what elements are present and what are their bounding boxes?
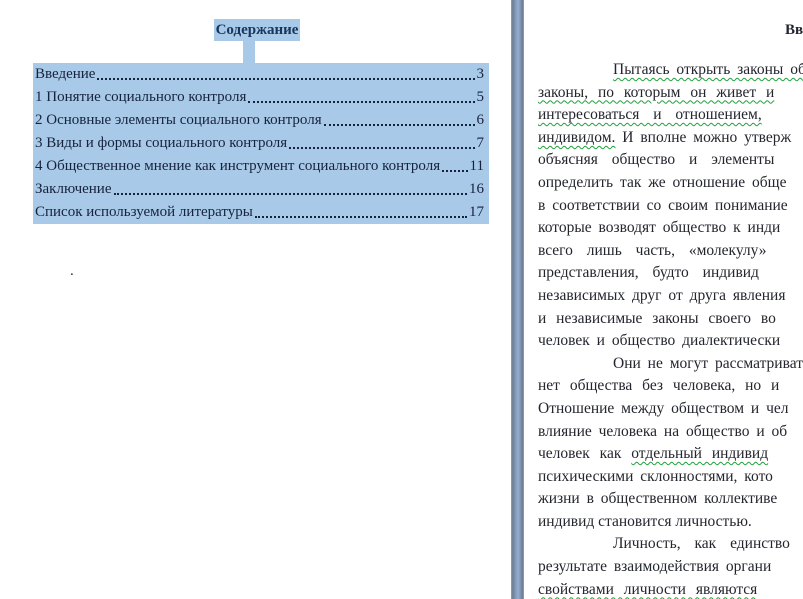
body-text-line[interactable]: индивид становится личностью. (538, 511, 803, 534)
toc-entry-page-number: 3 (477, 63, 485, 86)
body-text-line[interactable]: всего лишь часть, «молекулу» (538, 240, 803, 263)
text-segment: которые возводят общество к инди (538, 219, 780, 236)
text-segment: и независимые законы своего во (538, 310, 776, 327)
toc-entry-label: 1 Понятие социального контроля (35, 86, 246, 109)
body-text-line[interactable]: свойствами личности являются (538, 579, 803, 599)
toc-entry[interactable]: 3 Виды и формы социального контроля 7 (33, 132, 489, 155)
text-segment: влияние человека на общество и об (538, 423, 787, 440)
toc-dot-leader (289, 147, 474, 149)
toc-entry-page-number: 6 (477, 109, 485, 132)
toc-title[interactable]: Содержание (216, 22, 299, 39)
text-segment: Они не могут рассматриватьс (613, 355, 803, 372)
text-segment: объясняя общество и элементы (538, 151, 774, 168)
text-segment: И вполне можно утверж (615, 129, 791, 146)
text-segment: всего лишь часть, «молекулу» (538, 242, 767, 259)
body-text-line[interactable]: Пытаясь открыть законы общ (538, 59, 803, 82)
selected-paragraph-mark (243, 41, 255, 63)
toc-entry-label: 4 Общественное мнение как инструмент соц… (35, 155, 440, 178)
body-text-line[interactable]: Личность, как единство с (538, 533, 803, 556)
toc-dot-leader (324, 124, 475, 126)
toc-entry[interactable]: Заключение 16 (33, 178, 489, 201)
text-segment: Отношение между обществом и чел (538, 400, 789, 417)
body-text-line[interactable]: психическими склонностями, кото (538, 466, 803, 489)
body-text-line[interactable]: влияние человека на общество и об (538, 421, 803, 444)
word-processor-canvas: { "colors": { "selection_highlight": "#a… (0, 0, 803, 599)
toc-entry-label: Введение (35, 63, 95, 86)
toc-entry-label: 3 Виды и формы социального контроля (35, 132, 287, 155)
toc-dot-leader (97, 78, 474, 80)
toc-entry[interactable]: Введение 3 (33, 63, 489, 86)
page-gap-divider (511, 0, 524, 599)
text-segment: результате взаимодействия органи (538, 558, 771, 575)
body-text-line[interactable]: жизни в общественном коллективе (538, 488, 803, 511)
body-text-line[interactable]: человек и общество диалектически (538, 330, 803, 353)
text-segment: психическими склонностями, кото (538, 468, 773, 485)
text-segment: независимых друг от друга явления (538, 287, 785, 304)
spellcheck-underlined-text: отдельный индивид (631, 445, 768, 462)
toc-entry-page-number: 16 (469, 178, 484, 201)
toc-dot-leader (255, 216, 467, 218)
toc-title-selection-highlight: Содержание (214, 19, 300, 41)
text-segment: жизни в общественном коллективе (538, 490, 777, 507)
toc-entry[interactable]: 1 Понятие социального контроля 5 (33, 86, 489, 109)
body-text-line[interactable]: и независимые законы своего во (538, 308, 803, 331)
body-text-line[interactable]: в соответствии со своим понимание (538, 195, 803, 218)
body-text-line[interactable]: которые возводят общество к инди (538, 217, 803, 240)
stray-period-text[interactable]: . (70, 263, 74, 280)
spellcheck-underlined-text: индивидом. (538, 129, 615, 146)
body-text-line[interactable]: интересоваться и отношением, (538, 104, 803, 127)
toc-entry-page-number: 5 (477, 86, 485, 109)
toc-entry-page-number: 11 (470, 155, 484, 178)
text-segment: индивид становится личностью. (538, 513, 752, 530)
toc-dot-leader (114, 193, 468, 195)
text-segment: нет общества без человека, но и (538, 377, 779, 394)
toc-entry[interactable]: Список используемой литературы 17 (33, 201, 489, 224)
toc-dot-leader (442, 170, 467, 172)
text-segment: представления, будто индивид (538, 264, 759, 281)
spellcheck-underlined-text: Пытаясь открыть законы общ (613, 61, 803, 78)
section-heading-fragment[interactable]: Вв (785, 22, 803, 39)
spellcheck-underlined-text: свойствами личности являются (538, 581, 757, 598)
toc-entry-page-number: 7 (477, 132, 485, 155)
body-text-line[interactable]: Отношение между обществом и чел (538, 398, 803, 421)
body-text-line[interactable]: независимых друг от друга явления (538, 285, 803, 308)
text-segment: человек и общество диалектически (538, 332, 780, 349)
toc-dot-leader (248, 101, 474, 103)
body-text-line[interactable]: Они не могут рассматриватьс (538, 353, 803, 376)
spellcheck-underlined-text: законы, по которым он живет и (538, 84, 774, 101)
toc-entry[interactable]: 2 Основные элементы социального контроля… (33, 109, 489, 132)
body-text-line[interactable]: нет общества без человека, но и (538, 375, 803, 398)
toc-entry-label: Заключение (35, 178, 112, 201)
body-text-line[interactable]: индивидом. И вполне можно утверж (538, 127, 803, 150)
body-text-line[interactable]: определить так же отношение обще (538, 172, 803, 195)
toc-entry[interactable]: 4 Общественное мнение как инструмент соц… (33, 155, 489, 178)
text-segment: определить так же отношение обще (538, 174, 786, 191)
body-text-line[interactable]: результате взаимодействия органи (538, 556, 803, 579)
spellcheck-underlined-text: интересоваться и отношением, (538, 106, 762, 123)
body-text-column: Пытаясь открыть законы общ законы, по кот… (538, 59, 803, 599)
toc-block: Введение 3 1 Понятие социального контроля 5… (33, 63, 489, 224)
toc-entry-page-number: 17 (469, 201, 484, 224)
body-text-line[interactable]: объясняя общество и элементы (538, 149, 803, 172)
document-page-right[interactable]: Вв Пытаясь открыть законы общ законы, по … (524, 0, 803, 599)
body-text-line[interactable]: человек как отдельный индивид (538, 443, 803, 466)
toc-entry-label: 2 Основные элементы социального контроля (35, 109, 322, 132)
document-page-left[interactable]: Содержание Введение31 Понятие социальног… (0, 0, 511, 599)
text-segment: Личность, как единство с (613, 535, 803, 552)
toc-entry-label: Список используемой литературы (35, 201, 253, 224)
body-text-line[interactable]: представления, будто индивид (538, 262, 803, 285)
text-segment: человек как (538, 445, 631, 462)
text-segment: в соответствии со своим понимание (538, 197, 788, 214)
body-text-line[interactable]: законы, по которым он живет и (538, 82, 803, 105)
